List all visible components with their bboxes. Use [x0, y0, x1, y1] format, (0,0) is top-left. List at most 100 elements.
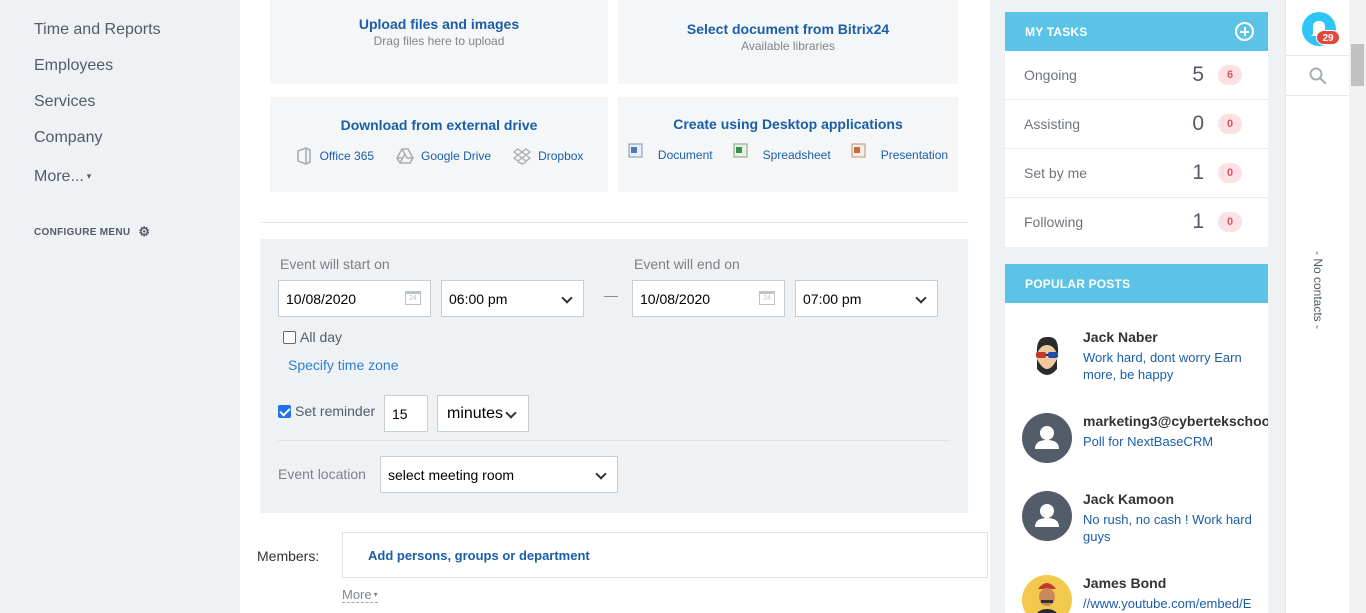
dropbox-link[interactable]: Dropbox [513, 147, 583, 165]
start-date-value: 10/08/2020 [286, 290, 357, 307]
start-time-value: 06:00 pm [449, 290, 508, 307]
caret-down-icon: ▾ [86, 171, 92, 181]
end-date-field[interactable]: 10/08/2020 24 [632, 280, 785, 317]
spreadsheet-label: Spreadsheet [762, 147, 831, 162]
dropbox-icon [513, 148, 532, 165]
start-time-select[interactable]: 06:00 pm [441, 280, 584, 317]
notification-count-badge: 29 [1316, 30, 1340, 45]
post-item[interactable]: marketing3@cybertekschool Poll for NextB… [1005, 413, 1268, 473]
all-day-checkbox[interactable] [283, 331, 296, 344]
end-date-value: 10/08/2020 [640, 290, 711, 307]
dropbox-label: Dropbox [538, 149, 584, 163]
office365-icon [296, 147, 311, 165]
date-range-dash: — [604, 287, 618, 303]
configure-menu-label: CONFIGURE MENU [34, 226, 131, 238]
google-drive-link[interactable]: Google Drive [396, 147, 491, 165]
desktop-apps-title: Create using Desktop applications [673, 116, 903, 132]
reminder-value-input[interactable]: 15 [384, 395, 428, 432]
avatar [1022, 331, 1072, 381]
reminder-unit-value: minutes [447, 404, 504, 422]
desktop-apps-tile: Create using Desktop applications Docume… [618, 97, 958, 192]
sidebar-item-company[interactable]: Company [34, 129, 102, 147]
more-options-label: More [342, 587, 372, 602]
avatar [1022, 413, 1072, 463]
add-task-icon[interactable] [1235, 22, 1254, 41]
popular-posts-list: Jack Naber Work hard, dont worry Earn mo… [1005, 303, 1268, 613]
chevron-down-icon [561, 292, 573, 304]
sidebar-item-employees[interactable]: Employees [34, 57, 113, 75]
create-spreadsheet-link[interactable]: Spreadsheet [733, 143, 831, 162]
task-count: 0 [1192, 112, 1204, 135]
avatar-illustration [1037, 583, 1057, 613]
popular-posts-header: POPULAR POSTS [1005, 264, 1268, 303]
select-bitrix-document-tile[interactable]: Select document from Bitrix24 Available … [618, 0, 958, 84]
members-field[interactable]: Add persons, groups or department [342, 532, 988, 578]
event-location-value: select meeting room [388, 466, 515, 483]
start-date-field[interactable]: 10/08/2020 24 [278, 280, 431, 317]
task-label: Following [1024, 214, 1084, 230]
my-tasks-title: MY TASKS [1025, 24, 1088, 39]
sidebar-item-more[interactable]: More... ▾ [34, 168, 91, 186]
reminder-unit-select[interactable]: minutes [437, 395, 529, 432]
external-drive-tile: Download from external drive Office 365 … [270, 97, 608, 192]
external-drive-title: Download from external drive [340, 117, 538, 133]
task-row-following[interactable]: Following 1 0 [1005, 198, 1268, 247]
presentation-label: Presentation [880, 147, 949, 162]
gear-icon: ⚙ [138, 224, 151, 239]
post-item[interactable]: James Bond //www.youtube.com/embed/E [1005, 575, 1268, 613]
post-text[interactable]: No rush, no cash ! Work hard guys [1083, 511, 1258, 545]
task-count: 1 [1192, 210, 1204, 233]
post-item[interactable]: Jack Kamoon No rush, no cash ! Work hard… [1005, 491, 1268, 551]
no-contacts-label: - No contacts - [1311, 250, 1325, 330]
set-reminder-label: Set reminder [295, 403, 376, 419]
task-row-assisting[interactable]: Assisting 0 0 [1005, 100, 1268, 149]
scrollbar-thumb[interactable] [1351, 44, 1364, 86]
google-drive-icon [396, 148, 414, 164]
sidebar-more-label: More... [34, 168, 84, 185]
post-text[interactable]: //www.youtube.com/embed/E [1083, 595, 1258, 612]
event-divider [278, 440, 950, 441]
post-author: marketing3@cybertekschool [1083, 413, 1268, 429]
specify-time-zone-link[interactable]: Specify time zone [288, 357, 399, 373]
event-location-select[interactable]: select meeting room [380, 456, 618, 493]
task-row-ongoing[interactable]: Ongoing 5 6 [1005, 51, 1268, 100]
avatar-illustration [1036, 336, 1059, 375]
available-libraries-subtitle: Available libraries [741, 39, 835, 53]
reminder-value: 15 [392, 405, 408, 422]
sidebar-item-time-and-reports[interactable]: Time and Reports [34, 21, 161, 39]
user-placeholder-icon [1035, 426, 1059, 449]
create-presentation-link[interactable]: Presentation [851, 143, 949, 162]
set-reminder-checkbox[interactable] [278, 405, 291, 418]
document-label: Document [657, 147, 713, 162]
end-time-value: 07:00 pm [803, 290, 862, 307]
sidebar-item-services[interactable]: Services [34, 93, 95, 111]
office365-link[interactable]: Office 365 [295, 147, 374, 165]
more-options-link[interactable]: More ▾ [342, 587, 378, 603]
task-row-set-by-me[interactable]: Set by me 1 0 [1005, 149, 1268, 198]
task-badge: 6 [1218, 65, 1242, 85]
post-text[interactable]: Poll for NextBaseCRM [1083, 433, 1258, 450]
left-sidebar: Time and Reports Employees Services Comp… [0, 0, 240, 613]
task-badge: 0 [1218, 212, 1242, 232]
google-drive-label: Google Drive [421, 149, 492, 163]
members-label: Members: [257, 548, 320, 564]
page-scrollbar[interactable] [1349, 0, 1366, 613]
create-document-link[interactable]: Document [628, 143, 713, 162]
select-bitrix-document-title[interactable]: Select document from Bitrix24 [618, 21, 958, 37]
event-location-label: Event location [278, 466, 366, 482]
post-text[interactable]: Work hard, dont worry Earn more, be happ… [1083, 349, 1258, 383]
upload-files-tile[interactable]: Upload files and images Drag files here … [270, 0, 608, 84]
task-label: Ongoing [1024, 67, 1077, 83]
chevron-down-icon [505, 407, 517, 419]
add-members-link[interactable]: Add persons, groups or department [368, 548, 590, 563]
event-settings: Event will start on Event will end on 10… [260, 239, 968, 513]
presentation-icon [851, 143, 866, 158]
search-button[interactable] [1308, 66, 1328, 86]
task-label: Set by me [1024, 165, 1088, 181]
main-panel: Upload files and images Drag files here … [240, 0, 990, 613]
task-count: 1 [1192, 161, 1204, 184]
configure-menu-button[interactable]: CONFIGURE MENU ⚙ [34, 224, 150, 240]
post-item[interactable]: Jack Naber Work hard, dont worry Earn mo… [1005, 329, 1268, 399]
upload-files-title[interactable]: Upload files and images [270, 16, 608, 32]
end-time-select[interactable]: 07:00 pm [795, 280, 938, 317]
